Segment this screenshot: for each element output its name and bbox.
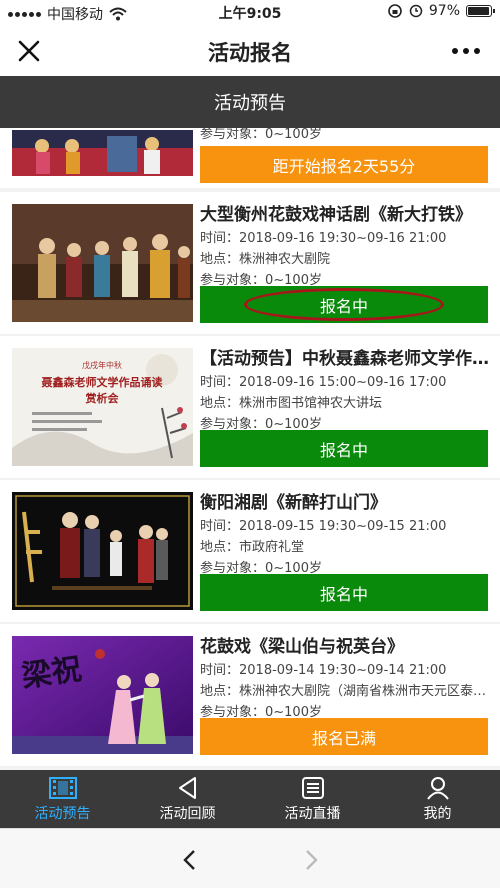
battery-icon xyxy=(466,5,495,17)
event-thumbnail xyxy=(12,492,193,610)
user-icon xyxy=(426,776,449,800)
register-button[interactable]: 报名中 xyxy=(200,430,488,467)
event-list[interactable]: 参与对象：0~100岁 距开始报名2天55分 大型衡州花鼓戏神话剧《新大打铁》 … xyxy=(0,128,500,770)
poster-moon-text: 戊戌年中秋 xyxy=(82,360,122,370)
more-options-button[interactable] xyxy=(448,36,484,66)
event-thumbnail xyxy=(12,130,193,176)
event-card[interactable]: 梁祝 花鼓戏《梁山伯与祝英台》 时间：2018-09-14 19:30~09-1… xyxy=(0,624,500,766)
poster-subline: 赏析会 xyxy=(86,391,120,405)
poster-headline: 聂鑫森老师文学作品诵读 xyxy=(41,375,163,389)
full-status-button[interactable]: 报名已满 xyxy=(200,718,488,755)
event-title[interactable]: 花鼓戏《梁山伯与祝英台》 xyxy=(200,636,490,658)
battery-fill xyxy=(468,7,490,15)
event-title[interactable]: 大型衡州花鼓戏神话剧《新大打铁》 xyxy=(200,204,490,226)
browser-toolbar xyxy=(0,828,500,888)
alarm-icon xyxy=(409,4,423,18)
event-info: 大型衡州花鼓戏神话剧《新大打铁》 时间：2018-09-16 19:30~09-… xyxy=(200,204,490,291)
event-info: 花鼓戏《梁山伯与祝英台》 时间：2018-09-14 19:30~09-14 2… xyxy=(200,636,490,723)
event-time: 时间：2018-09-16 19:30~09-16 21:00 xyxy=(200,231,447,246)
chevron-left-icon xyxy=(183,850,195,870)
back-button[interactable] xyxy=(175,845,205,875)
nav-label: 活动预告 xyxy=(34,805,91,822)
nav-label: 活动直播 xyxy=(284,805,341,822)
event-info: 【活动预告】中秋聂鑫森老师文学作品... 时间：2018-09-16 15:00… xyxy=(200,348,490,435)
list-doc-icon xyxy=(301,776,324,799)
highlight-circle xyxy=(244,288,444,321)
event-card-partial[interactable]: 参与对象：0~100岁 距开始报名2天55分 xyxy=(0,128,500,188)
event-audience: 参与对象：0~100岁 xyxy=(200,128,322,142)
rotation-lock-icon xyxy=(388,4,402,18)
nav-item-preview[interactable]: 活动预告 xyxy=(0,770,125,828)
nav-item-live[interactable]: 活动直播 xyxy=(250,770,375,828)
title-bar: 活动报名 xyxy=(0,24,500,76)
event-title[interactable]: 衡阳湘剧《新醉打山门》 xyxy=(200,492,490,514)
event-card[interactable]: 戊戌年中秋 聂鑫森老师文学作品诵读 赏析会 【活动预告】中秋聂鑫森老师文学作品.… xyxy=(0,336,500,478)
event-thumbnail xyxy=(12,204,193,322)
event-place: 地点：市政府礼堂 xyxy=(200,540,305,555)
register-button[interactable]: 报名中 xyxy=(200,286,488,323)
section-tab: 活动预告 xyxy=(0,76,500,128)
chevron-right-icon xyxy=(306,850,318,870)
nav-item-mine[interactable]: 我的 xyxy=(375,770,500,828)
status-bar: 中国移动 上午9:05 97% xyxy=(0,0,500,24)
event-info: 衡阳湘剧《新醉打山门》 时间：2018-09-15 19:30~09-15 21… xyxy=(200,492,490,579)
nav-item-review[interactable]: 活动回顾 xyxy=(125,770,250,828)
forward-button[interactable] xyxy=(296,845,326,875)
event-place: 地点：株洲神农大剧院（湖南省株洲市天元区泰山... xyxy=(200,684,490,699)
event-card[interactable]: 大型衡州花鼓戏神话剧《新大打铁》 时间：2018-09-16 19:30~09-… xyxy=(0,192,500,334)
event-thumbnail: 戊戌年中秋 聂鑫森老师文学作品诵读 赏析会 xyxy=(12,348,193,466)
countdown-button[interactable]: 距开始报名2天55分 xyxy=(200,146,488,183)
event-card[interactable]: 衡阳湘剧《新醉打山门》 时间：2018-09-15 19:30~09-15 21… xyxy=(0,480,500,622)
section-tab-label: 活动预告 xyxy=(214,93,286,114)
event-place: 地点：株洲市图书馆神农大讲坛 xyxy=(200,396,383,411)
battery-percent: 97% xyxy=(428,3,460,19)
event-place: 地点：株洲神农大剧院 xyxy=(200,252,331,267)
event-time: 时间：2018-09-15 19:30~09-15 21:00 xyxy=(200,519,447,534)
register-button[interactable]: 报名中 xyxy=(200,574,488,611)
page-title: 活动报名 xyxy=(208,41,292,65)
event-title[interactable]: 【活动预告】中秋聂鑫森老师文学作品... xyxy=(200,348,490,370)
event-time: 时间：2018-09-16 15:00~09-16 17:00 xyxy=(200,375,447,390)
nav-label: 活动回顾 xyxy=(159,805,216,822)
status-right: 97% xyxy=(387,3,495,19)
event-thumbnail: 梁祝 xyxy=(12,636,193,754)
event-time: 时间：2018-09-14 19:30~09-14 21:00 xyxy=(200,663,447,678)
film-icon xyxy=(48,776,77,799)
play-triangle-icon xyxy=(178,776,196,799)
bottom-nav: 活动预告 活动回顾 活动直播 我的 xyxy=(0,770,500,828)
nav-label: 我的 xyxy=(423,805,452,822)
